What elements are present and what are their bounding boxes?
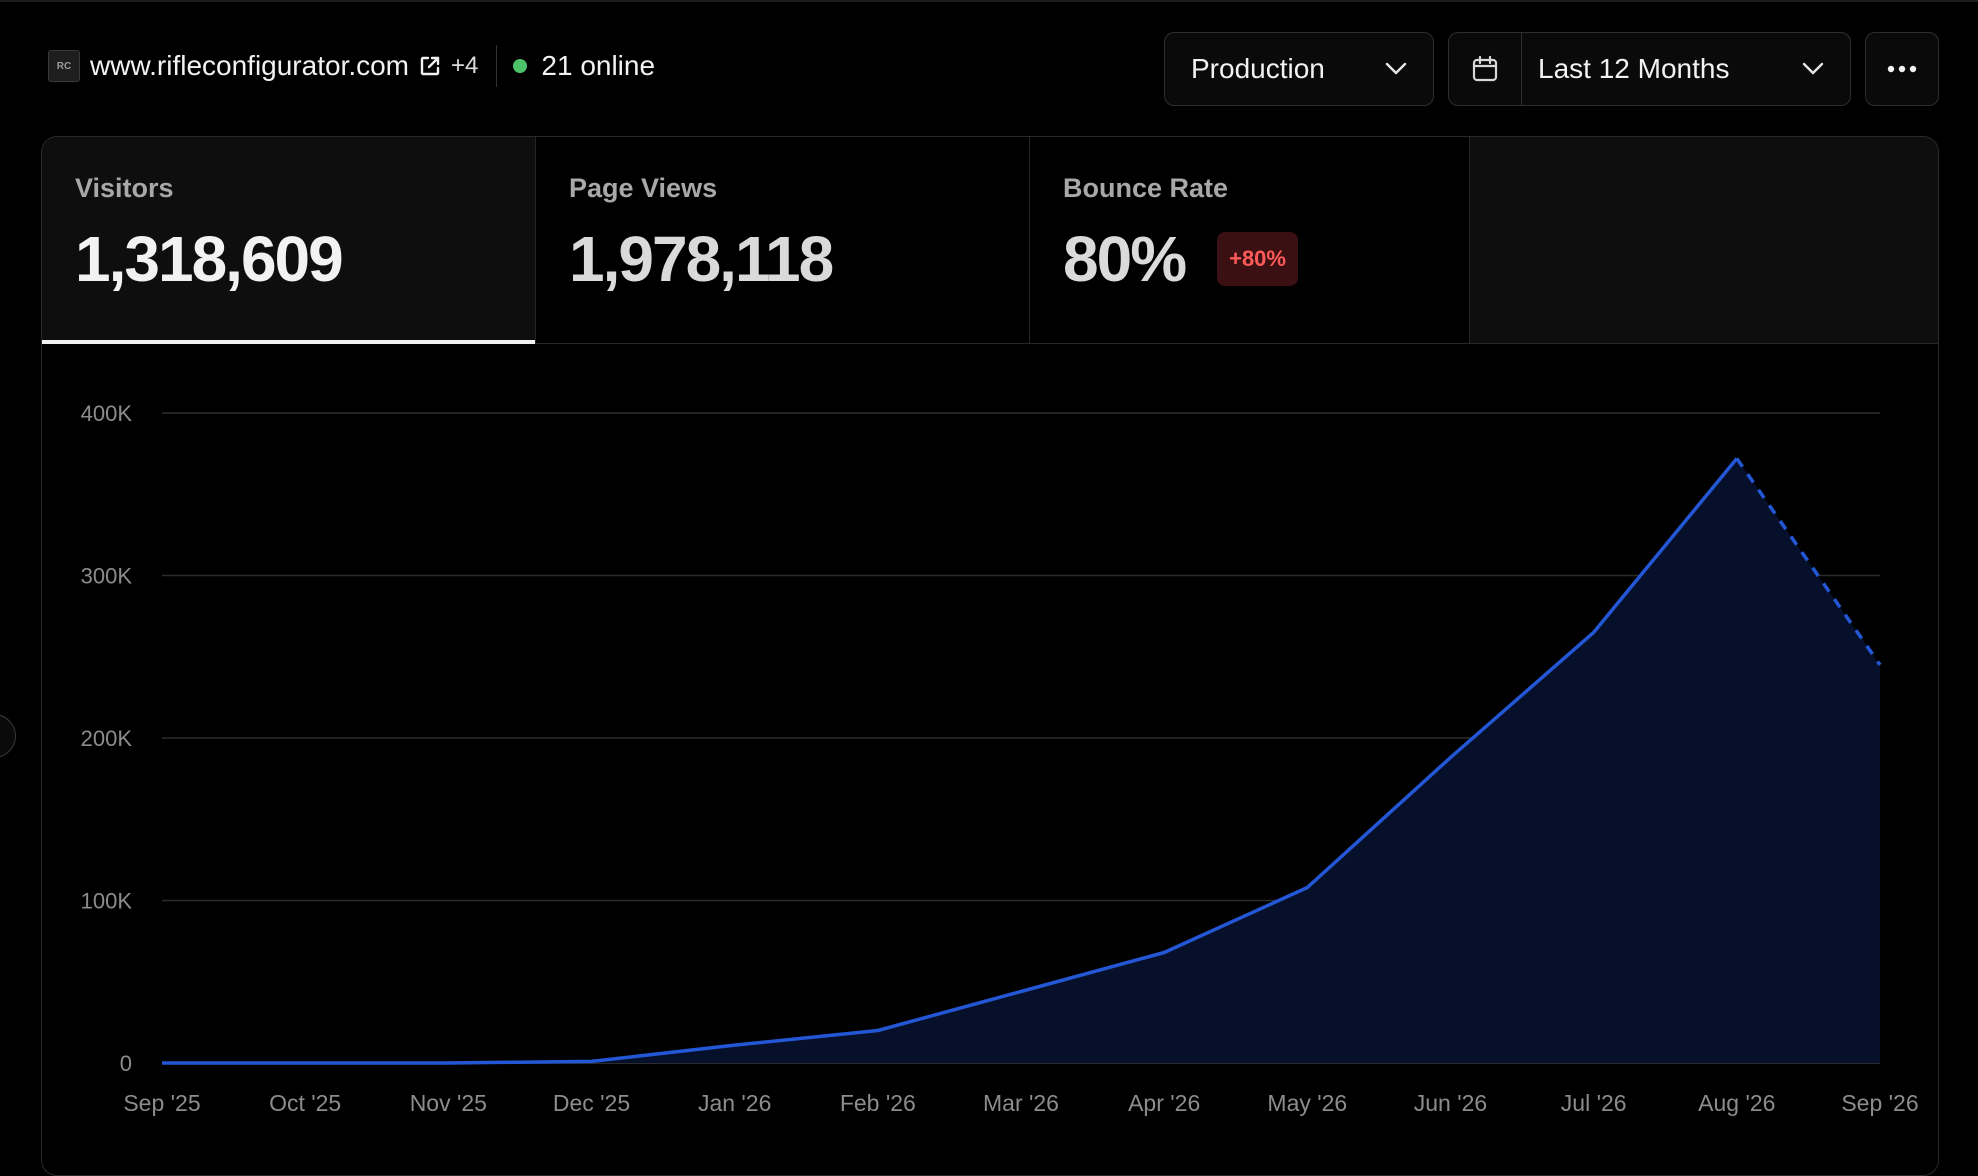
x-tick-label: Jun '26 bbox=[1414, 1090, 1487, 1116]
x-tick-label: Oct '25 bbox=[269, 1090, 341, 1116]
visitors-chart: 0 100K 200K 300K 400K Sep '25 Oct '25 Nov '25 De… bbox=[42, 343, 1938, 1175]
y-tick-label: 300K bbox=[81, 564, 133, 589]
environment-label: Production bbox=[1191, 53, 1325, 84]
metric-tabs: Visitors 1,318,609 Page Views 1,978,118 … bbox=[42, 137, 1938, 344]
header-divider bbox=[496, 45, 498, 87]
sidebar-toggle-handle[interactable] bbox=[0, 714, 16, 758]
tab-label: Page Views bbox=[569, 173, 718, 203]
analytics-card: Visitors 1,318,609 Page Views 1,978,118 … bbox=[41, 136, 1939, 1176]
tab-label: Visitors bbox=[75, 173, 174, 203]
environment-dropdown[interactable]: Production bbox=[1164, 32, 1434, 106]
tab-visitors[interactable]: Visitors 1,318,609 bbox=[42, 137, 536, 344]
y-tick-label: 100K bbox=[81, 889, 133, 914]
external-link-icon[interactable] bbox=[419, 55, 441, 77]
tab-bounce-rate[interactable]: Bounce Rate 80% +80% bbox=[1030, 137, 1470, 343]
x-tick-label: May '26 bbox=[1267, 1090, 1347, 1116]
ellipsis-icon bbox=[1887, 65, 1917, 73]
x-tick-label: Nov '25 bbox=[410, 1090, 487, 1116]
y-tick-label: 0 bbox=[120, 1051, 132, 1076]
tab-value: 1,978,118 bbox=[569, 223, 834, 295]
site-domain-link[interactable]: www.rifleconfigurator.com bbox=[90, 50, 409, 82]
area-fill bbox=[162, 458, 1880, 1063]
bounce-rate-change-badge: +80% bbox=[1217, 232, 1298, 286]
x-tick-label: Aug '26 bbox=[1698, 1090, 1775, 1116]
more-options-button[interactable] bbox=[1865, 32, 1939, 106]
extra-domains-count[interactable]: +4 bbox=[451, 52, 478, 80]
x-tick-label: Dec '25 bbox=[553, 1090, 630, 1116]
x-tick-label: Sep '25 bbox=[123, 1090, 200, 1116]
tab-page-views[interactable]: Page Views 1,978,118 bbox=[536, 137, 1030, 343]
site-favicon: RC bbox=[48, 50, 80, 82]
y-tick-label: 400K bbox=[81, 401, 133, 426]
date-range-picker[interactable]: Last 12 Months bbox=[1448, 32, 1851, 106]
chevron-down-icon bbox=[1385, 62, 1407, 76]
online-status-dot bbox=[513, 59, 528, 73]
visitors-chart-svg: 0 100K 200K 300K 400K Sep '25 Oct '25 Nov '25 De… bbox=[81, 401, 1919, 1116]
x-tick-label: Jan '26 bbox=[698, 1090, 771, 1116]
chevron-down-icon bbox=[1802, 62, 1850, 76]
top-border bbox=[0, 0, 1978, 2]
online-count: 21 online bbox=[541, 50, 656, 81]
site-info: RC www.rifleconfigurator.com +4 21 onlin… bbox=[48, 45, 656, 87]
tab-value: 1,318,609 bbox=[75, 223, 344, 295]
x-tick-label: Jul '26 bbox=[1561, 1090, 1627, 1116]
x-tick-label: Mar '26 bbox=[983, 1090, 1059, 1116]
tab-placeholder bbox=[1470, 137, 1938, 343]
x-tick-label: Feb '26 bbox=[840, 1090, 916, 1116]
x-tick-label: Apr '26 bbox=[1128, 1090, 1200, 1116]
calendar-icon[interactable] bbox=[1449, 33, 1522, 105]
tab-label: Bounce Rate bbox=[1063, 173, 1229, 203]
x-tick-label: Sep '26 bbox=[1841, 1090, 1918, 1116]
date-range-label: Last 12 Months bbox=[1538, 53, 1730, 84]
y-tick-label: 200K bbox=[81, 726, 133, 751]
tab-value: 80% bbox=[1063, 223, 1187, 295]
